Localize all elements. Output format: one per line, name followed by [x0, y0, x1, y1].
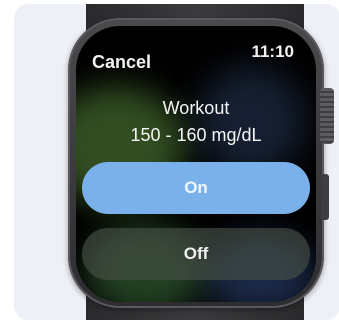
on-button[interactable]: On	[82, 162, 310, 214]
screenshot-frame: Cancel 11:10 Workout 150 - 160 mg/dL On …	[14, 4, 339, 320]
off-button[interactable]: Off	[82, 228, 310, 280]
side-button[interactable]	[321, 174, 329, 220]
cancel-button[interactable]: Cancel	[92, 52, 151, 73]
digital-crown[interactable]	[320, 88, 334, 144]
setting-title: Workout	[162, 98, 230, 118]
glucose-range: 150 - 160 mg/dL	[130, 125, 262, 145]
clock-time: 11:10	[251, 42, 294, 61]
watch-screen: Cancel 11:10 Workout 150 - 160 mg/dL On …	[76, 26, 316, 302]
